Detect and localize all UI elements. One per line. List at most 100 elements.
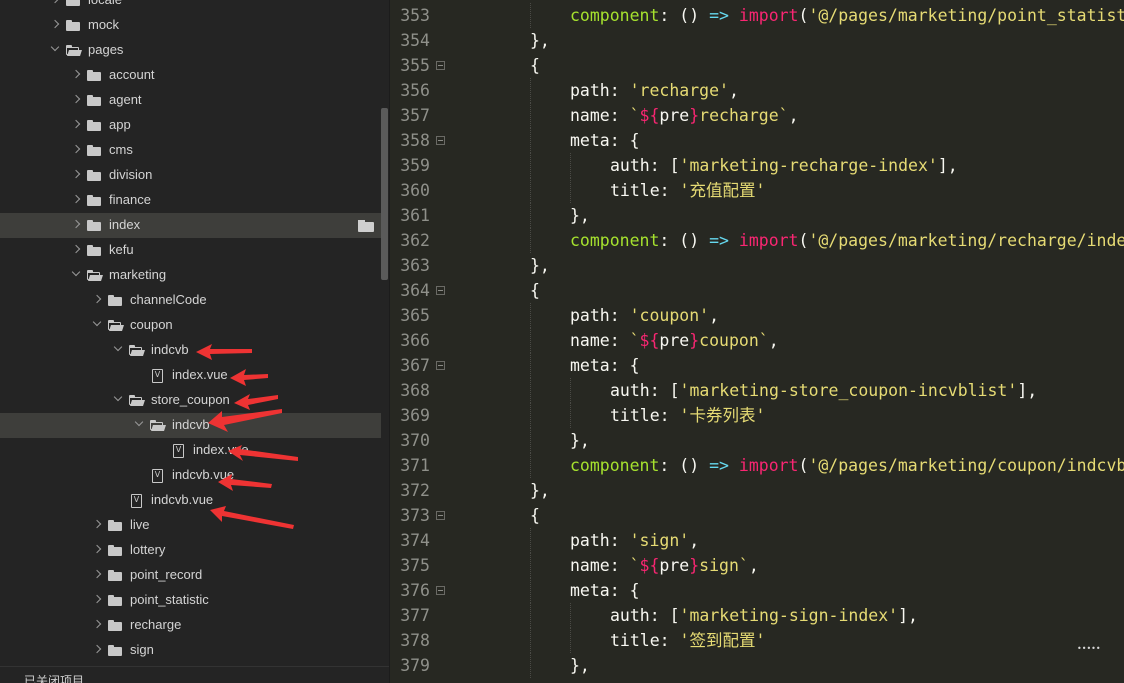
chevron-right-icon[interactable] [92, 594, 102, 604]
tree-item-label: live [130, 517, 150, 532]
tree-folder-item[interactable]: point_record [0, 563, 381, 588]
tree-folder-item[interactable]: app [0, 113, 381, 138]
tree-file-item[interactable]: Vindex.vue [0, 363, 381, 388]
fold-toggle-icon[interactable] [436, 361, 445, 370]
folder-icon [87, 120, 101, 131]
code-line: 373 { [390, 503, 1124, 528]
chevron-right-icon[interactable] [71, 144, 81, 154]
chevron-down-icon[interactable] [50, 42, 60, 52]
tree-folder-item[interactable]: agent [0, 88, 381, 113]
tree-folder-item[interactable]: division [0, 163, 381, 188]
code-token: component [570, 6, 660, 25]
tree-folder-item[interactable]: lottery [0, 538, 381, 563]
tree-folder-item[interactable]: live [0, 513, 381, 538]
chevron-down-icon[interactable] [134, 417, 144, 427]
code-text: { [530, 278, 540, 303]
indent-guide [530, 303, 531, 328]
chevron-right-icon[interactable] [71, 244, 81, 254]
code-text: component: () => import('@/pages/marketi… [570, 3, 1124, 28]
chevron-right-icon[interactable] [92, 294, 102, 304]
indent-guide [570, 153, 571, 178]
code-token: pre [659, 556, 690, 575]
code-token: '充值配置' [679, 181, 766, 200]
chevron-right-icon[interactable] [71, 94, 81, 104]
chevron-right-icon[interactable] [71, 194, 81, 204]
tree-item-label: recharge [130, 617, 182, 632]
code-text: meta: { [570, 128, 640, 153]
code-token: 'sign' [629, 531, 690, 550]
tree-folder-item[interactable]: kefu [0, 238, 381, 263]
open-folder-action-icon[interactable] [358, 220, 374, 232]
chevron-down-icon[interactable] [92, 317, 102, 327]
code-text: title: '充值配置' [610, 178, 765, 203]
chevron-down-icon[interactable] [113, 392, 123, 402]
tree-folder-item[interactable]: coupon [0, 313, 381, 338]
chevron-down-icon[interactable] [113, 342, 123, 352]
code-token: } [689, 331, 700, 350]
tree-item-label: point_statistic [130, 592, 209, 607]
fold-toggle-icon[interactable] [436, 286, 445, 295]
tree-folder-item[interactable]: indcvb [0, 338, 381, 363]
tree-folder-item[interactable]: indcvb [0, 413, 381, 438]
code-token: '@/pages/marketing/point_statistic [808, 6, 1124, 25]
code-token: => [709, 6, 729, 25]
tree-folder-item[interactable]: cms [0, 138, 381, 163]
code-text: }, [570, 203, 590, 228]
tree-folder-item[interactable]: store_coupon [0, 388, 381, 413]
indent-guide [530, 378, 531, 403]
folder-icon [87, 145, 101, 156]
tree-item-label: index.vue [193, 442, 249, 457]
code-editor[interactable]: 353 component: () => import('@/pages/mark… [390, 0, 1124, 683]
chevron-right-icon[interactable] [71, 69, 81, 79]
tree-file-item[interactable]: Vindcvb.vue [0, 488, 381, 513]
code-line: 358 meta: { [390, 128, 1124, 153]
folder-open-icon [129, 395, 145, 406]
code-token: ` [629, 106, 640, 125]
tree-folder-item[interactable]: finance [0, 188, 381, 213]
chevron-right-icon[interactable] [92, 644, 102, 654]
code-token: '签到配置' [679, 631, 766, 650]
fold-toggle-icon[interactable] [436, 511, 445, 520]
chevron-right-icon[interactable] [92, 569, 102, 579]
tree-folder-item[interactable]: account [0, 63, 381, 88]
code-token: , [768, 331, 779, 350]
sidebar-scrollbar[interactable] [381, 108, 388, 280]
line-number: 366 [400, 331, 430, 350]
tree-folder-item[interactable]: mock [0, 13, 381, 38]
tree-folder-item[interactable]: index [0, 213, 381, 238]
code-token: , [748, 556, 759, 575]
indent-guide [530, 328, 531, 353]
line-number: 368 [400, 381, 430, 400]
tree-folder-item[interactable]: sign [0, 638, 381, 663]
chevron-right-icon[interactable] [92, 619, 102, 629]
tree-folder-item[interactable]: marketing [0, 263, 381, 288]
closed-projects-bar[interactable]: 已关闭项目 [0, 666, 389, 683]
tree-folder-item[interactable]: pages [0, 38, 381, 63]
code-text: { [530, 503, 540, 528]
chevron-right-icon[interactable] [71, 169, 81, 179]
code-token: , [689, 531, 700, 550]
tree-file-item[interactable]: Vindex.vue [0, 438, 381, 463]
tree-folder-item[interactable]: channelCode [0, 288, 381, 313]
code-text: name: `${pre}sign`, [570, 553, 759, 578]
chevron-right-icon[interactable] [71, 219, 81, 229]
code-line: 355 { [390, 53, 1124, 78]
fold-toggle-icon[interactable] [436, 61, 445, 70]
chevron-down-icon[interactable] [71, 267, 81, 277]
tree-folder-item[interactable]: locale [0, 0, 381, 13]
fold-toggle-icon[interactable] [436, 586, 445, 595]
chevron-right-icon[interactable] [50, 0, 60, 4]
tree-item-label: locale [88, 0, 122, 7]
chevron-right-icon[interactable] [50, 19, 60, 29]
line-number: 369 [400, 406, 430, 425]
code-line: 359 auth: ['marketing-recharge-index'], [390, 153, 1124, 178]
tree-folder-item[interactable]: point_statistic [0, 588, 381, 613]
tree-file-item[interactable]: Vindcvb.vue [0, 463, 381, 488]
code-text: }, [530, 253, 550, 278]
tree-folder-item[interactable]: recharge [0, 613, 381, 638]
chevron-right-icon[interactable] [92, 544, 102, 554]
chevron-right-icon[interactable] [71, 119, 81, 129]
fold-toggle-icon[interactable] [436, 136, 445, 145]
tree-item-label: index [109, 217, 141, 232]
chevron-right-icon[interactable] [92, 519, 102, 529]
